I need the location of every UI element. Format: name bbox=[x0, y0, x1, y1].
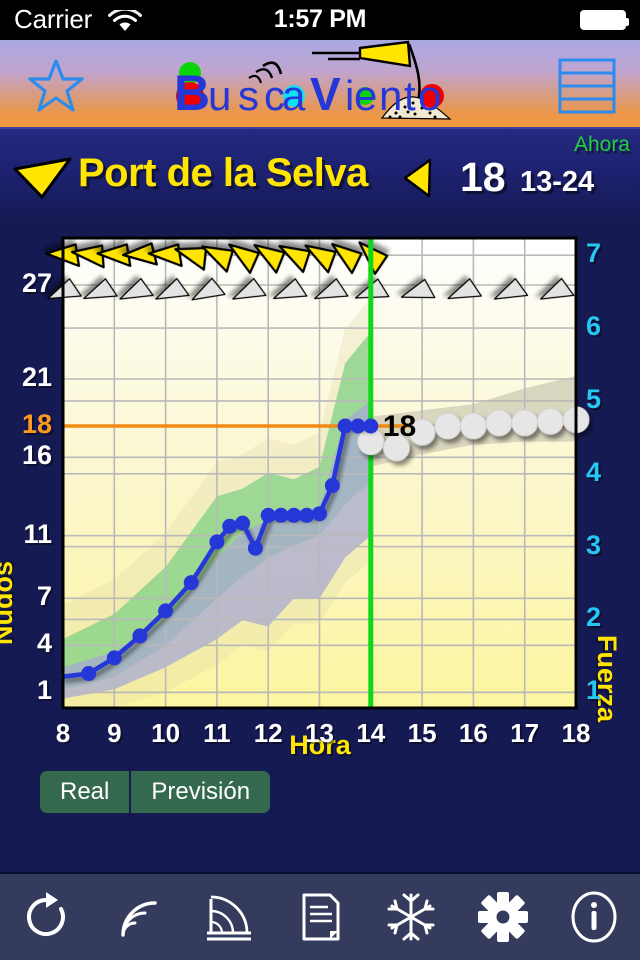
svg-text:t: t bbox=[404, 72, 416, 119]
nav-bar: B u s c a V i e n t o bbox=[0, 40, 640, 129]
svg-text:a: a bbox=[282, 72, 306, 119]
y-tick-right-7: 7 bbox=[586, 238, 602, 269]
y-tick-right-3: 3 bbox=[586, 529, 602, 560]
svg-text:V: V bbox=[310, 68, 341, 120]
x-tick-18: 18 bbox=[561, 718, 591, 748]
x-tick-15: 15 bbox=[407, 718, 437, 748]
x-tick-10: 10 bbox=[151, 718, 181, 748]
x-tick-17: 17 bbox=[510, 718, 540, 748]
radar-arc-icon[interactable] bbox=[192, 880, 266, 954]
svg-text:i: i bbox=[345, 72, 354, 119]
refresh-icon[interactable] bbox=[9, 880, 83, 954]
svg-text:n: n bbox=[379, 72, 402, 119]
current-speed-range: 13-24 bbox=[520, 166, 595, 198]
x-tick-12: 12 bbox=[253, 718, 283, 748]
clock-label: 1:57 PM bbox=[273, 5, 367, 33]
svg-text:e: e bbox=[354, 72, 377, 119]
y-tick-right-2: 2 bbox=[586, 602, 602, 633]
y-tick-left-21: 21 bbox=[21, 362, 52, 392]
svg-text:B: B bbox=[174, 65, 210, 121]
star-icon[interactable] bbox=[28, 58, 84, 114]
info-icon[interactable] bbox=[557, 880, 631, 954]
y-tick-left-1: 1 bbox=[36, 675, 52, 706]
document-icon[interactable] bbox=[283, 880, 357, 954]
app-logo: B u s c a V i e n t o bbox=[160, 40, 460, 129]
y-tick-left-11: 11 bbox=[23, 518, 52, 549]
y-tick-right-6: 6 bbox=[586, 311, 602, 342]
segment-real[interactable]: Real bbox=[40, 771, 132, 813]
data-point-annotation: 18 bbox=[383, 410, 416, 443]
x-tick-9: 9 bbox=[107, 718, 122, 748]
y-tick-left-4: 4 bbox=[36, 628, 52, 659]
chart-canvas[interactable]: 18 bbox=[0, 225, 640, 765]
y-tick-left-27: 27 bbox=[21, 268, 52, 298]
svg-text:o: o bbox=[418, 72, 441, 119]
page-title: Port de la Selva bbox=[78, 151, 368, 195]
x-tick-16: 16 bbox=[458, 718, 488, 748]
gear-icon[interactable] bbox=[466, 880, 540, 954]
svg-text:u: u bbox=[208, 72, 231, 119]
mode-segmented-control[interactable]: Real Previsión bbox=[40, 771, 271, 813]
x-tick-13: 13 bbox=[305, 718, 334, 748]
station-wind-direction-arrow-icon bbox=[12, 155, 74, 204]
now-label: Ahora bbox=[573, 133, 630, 156]
station-title-bar[interactable]: Port de la Selva 18 13-24 Ahora bbox=[0, 129, 640, 225]
x-tick-11: 11 bbox=[203, 718, 231, 748]
current-speed-value: 18 bbox=[460, 154, 506, 200]
status-bar: Carrier 1:57 PM bbox=[0, 0, 640, 40]
y-tick-threshold: 18 bbox=[21, 409, 52, 439]
wind-waves-icon[interactable] bbox=[100, 880, 174, 954]
y-tick-right-5: 5 bbox=[586, 383, 602, 414]
battery-icon bbox=[580, 10, 629, 30]
y-tick-right-4: 4 bbox=[586, 456, 602, 487]
x-tick-14: 14 bbox=[356, 718, 386, 748]
segment-prevision[interactable]: Previsión bbox=[131, 771, 271, 813]
menu-icon[interactable] bbox=[558, 58, 616, 114]
snowflake-icon[interactable] bbox=[374, 880, 448, 954]
y-tick-left-16: 16 bbox=[21, 440, 52, 471]
bottom-toolbar bbox=[0, 872, 640, 960]
x-tick-8: 8 bbox=[55, 718, 71, 748]
y-tick-right-1: 1 bbox=[586, 675, 602, 706]
svg-text:s: s bbox=[238, 72, 259, 119]
current-wind-arrow-icon bbox=[400, 156, 434, 205]
wind-chart[interactable]: 18 Nudos Fuerza Hora 1 4 7 11 16 21 27 18 1 2 3 4 5 6… bbox=[0, 225, 640, 765]
app-root: Carrier 1:57 PM B u s c a V i e n t o Po… bbox=[0, 0, 640, 960]
y-tick-left-7: 7 bbox=[36, 581, 52, 612]
